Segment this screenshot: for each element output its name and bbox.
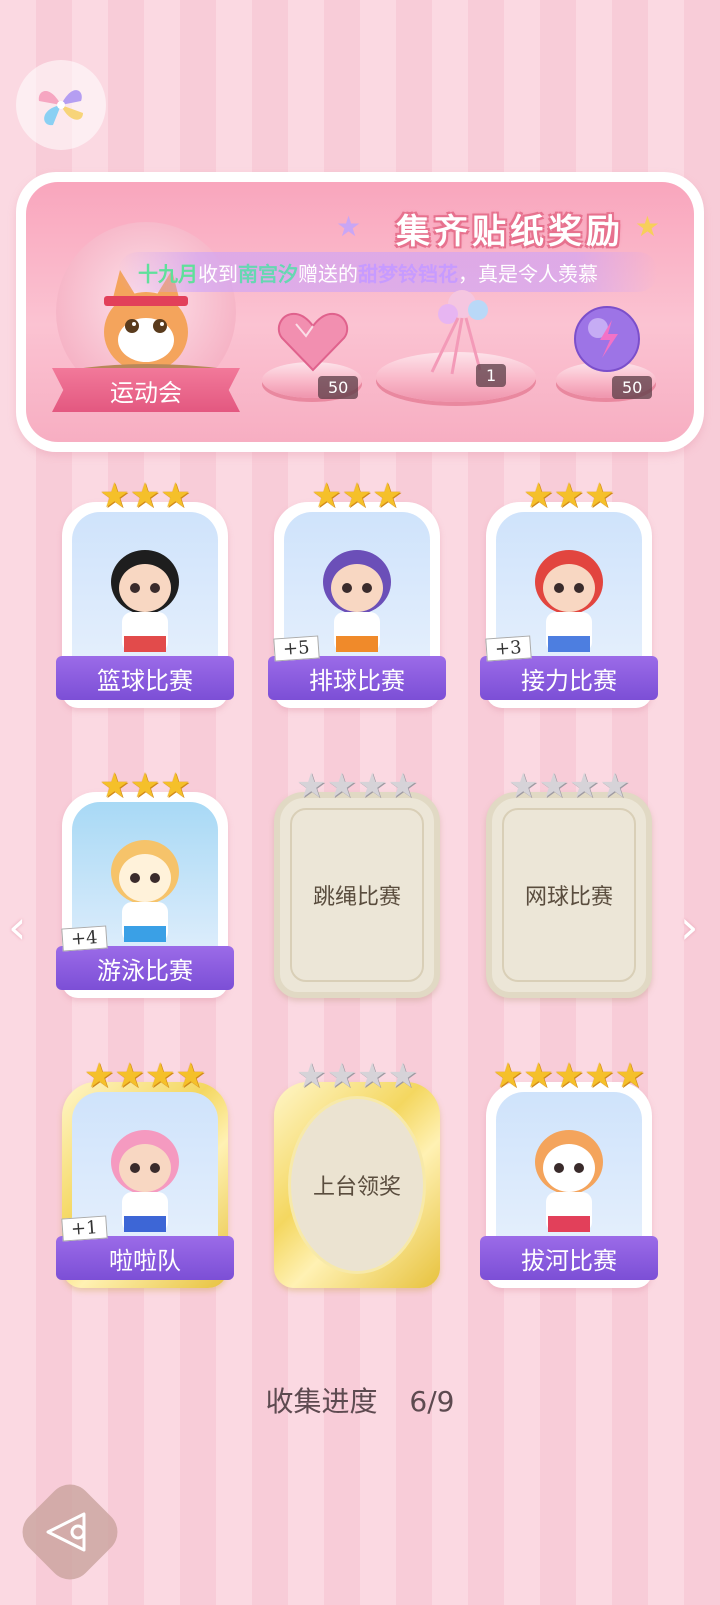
star-icon: ★: [160, 476, 191, 516]
star-rating: ★ ★ ★ ★: [62, 1058, 228, 1094]
sticker-card[interactable]: 上台领奖 ★ ★ ★ ★: [274, 1058, 440, 1288]
prev-page-arrow-icon[interactable]: ‹: [8, 900, 26, 954]
locked-sticker-frame: 跳绳比赛: [274, 792, 440, 998]
sticker-card[interactable]: 网球比赛 ★ ★ ★ ★: [486, 768, 652, 998]
star-icon: ★: [129, 766, 161, 806]
back-arrow-icon: [46, 1512, 86, 1552]
star-icon: ★: [523, 1056, 554, 1096]
sticker-reward-banner: ★ ★ 集齐贴纸奖励 十九月 收到 南宫汐 赠送的 甜梦铃铛花 ，真是令人羡慕 …: [16, 172, 704, 452]
sticker-label: 排球比赛: [268, 656, 446, 700]
star-rating: ★ ★ ★ ★: [274, 768, 440, 804]
sticker-label: 篮球比赛: [56, 656, 234, 700]
sticker-label: 拔河比赛: [480, 1236, 658, 1280]
reward-ribbon-bouquet[interactable]: 1: [376, 282, 546, 422]
duplicate-count-badge: +1: [61, 1215, 108, 1242]
gold-sticker-frame: 上台领奖: [274, 1082, 440, 1288]
star-icon: ★: [160, 766, 191, 806]
ticker-text: 收到: [198, 261, 238, 286]
star-icon: ★: [326, 1056, 357, 1096]
star-icon: ★: [492, 1056, 524, 1096]
star-rating: ★ ★ ★: [486, 478, 652, 514]
pinwheel-icon: [38, 90, 83, 126]
star-icon: ★: [584, 1056, 615, 1096]
star-icon: ★: [326, 766, 357, 806]
star-icon: ★: [569, 766, 600, 806]
reward-count: 50: [612, 376, 653, 399]
star-icon: ★: [584, 476, 615, 516]
sticker-card[interactable]: 啦啦队 +1 ★ ★ ★ ★: [56, 1058, 234, 1288]
star-icon: ★: [296, 1056, 327, 1096]
star-rating: ★ ★ ★ ★ ★: [486, 1058, 652, 1094]
star-icon: ★: [538, 766, 569, 806]
sticker-label: 接力比赛: [480, 656, 658, 700]
star-icon: ★: [175, 1056, 206, 1096]
next-page-arrow-icon[interactable]: ›: [680, 900, 698, 954]
star-icon: ★: [599, 766, 630, 806]
reward-count: 50: [318, 376, 359, 399]
star-icon: ★: [99, 766, 130, 806]
star-icon: ★: [614, 1056, 646, 1096]
star-icon: ★: [311, 476, 342, 516]
sticker-card[interactable]: 接力比赛 +3 ★ ★ ★: [480, 478, 658, 708]
star-decoration-icon: ★: [336, 210, 362, 243]
star-icon: ★: [341, 476, 373, 516]
star-rating: ★ ★ ★ ★: [486, 768, 652, 804]
heart-gem-icon: [277, 312, 349, 372]
sticker-label: 网球比赛: [502, 808, 636, 982]
progress-label: 收集进度: [265, 1385, 378, 1418]
star-icon: ★: [553, 476, 585, 516]
star-rating: ★ ★ ★ ★: [274, 1058, 440, 1094]
receiver-name: 南宫汐: [238, 261, 298, 286]
sticker-card[interactable]: 拔河比赛 ★ ★ ★ ★ ★: [480, 1058, 658, 1288]
sticker-label: 上台领奖: [288, 1096, 426, 1274]
star-icon: ★: [99, 476, 130, 516]
sticker-card[interactable]: 跳绳比赛 ★ ★ ★ ★: [274, 768, 440, 998]
star-icon: ★: [357, 1056, 388, 1096]
star-rating: ★ ★ ★: [62, 478, 228, 514]
ticker-text: 赠送的: [298, 261, 358, 286]
star-icon: ★: [357, 766, 388, 806]
star-icon: ★: [387, 766, 418, 806]
sticker-card[interactable]: 排球比赛 +5 ★ ★ ★: [268, 478, 446, 708]
star-icon: ★: [372, 476, 403, 516]
reward-count: 1: [476, 364, 507, 387]
banner-title: 集齐贴纸奖励: [396, 212, 624, 252]
star-rating: ★ ★ ★: [274, 478, 440, 514]
star-icon: ★: [387, 1056, 418, 1096]
sticker-label: 跳绳比赛: [290, 808, 424, 982]
star-icon: ★: [114, 1056, 145, 1096]
sticker-card[interactable]: 篮球比赛 ★ ★ ★: [56, 478, 234, 708]
duplicate-count-badge: +5: [273, 635, 320, 662]
star-icon: ★: [523, 476, 554, 516]
sender-name: 十九月: [138, 261, 198, 286]
sticker-label: 游泳比赛: [56, 946, 234, 990]
star-icon: ★: [553, 1056, 585, 1096]
star-icon: ★: [296, 766, 327, 806]
collection-progress: 收集进度 6/9: [0, 1380, 720, 1420]
star-decoration-icon: ★: [634, 210, 660, 243]
theme-label: 运动会: [52, 368, 240, 412]
progress-value: 6/9: [409, 1385, 455, 1418]
app-logo-button[interactable]: [16, 60, 106, 150]
star-icon: ★: [508, 766, 539, 806]
sticker-label: 啦啦队: [56, 1236, 234, 1280]
sticker-card[interactable]: 游泳比赛 +4 ★ ★ ★: [56, 768, 234, 998]
reward-energy-orb[interactable]: 50: [556, 302, 666, 412]
star-icon: ★: [84, 1056, 115, 1096]
locked-sticker-frame: 网球比赛: [486, 792, 652, 998]
duplicate-count-badge: +4: [61, 925, 108, 952]
reward-heart-gem[interactable]: 50: [262, 302, 372, 412]
star-rating: ★ ★ ★: [62, 768, 228, 804]
energy-orb-icon: [574, 306, 640, 372]
duplicate-count-badge: +3: [485, 635, 532, 662]
star-icon: ★: [145, 1056, 176, 1096]
star-icon: ★: [129, 476, 161, 516]
